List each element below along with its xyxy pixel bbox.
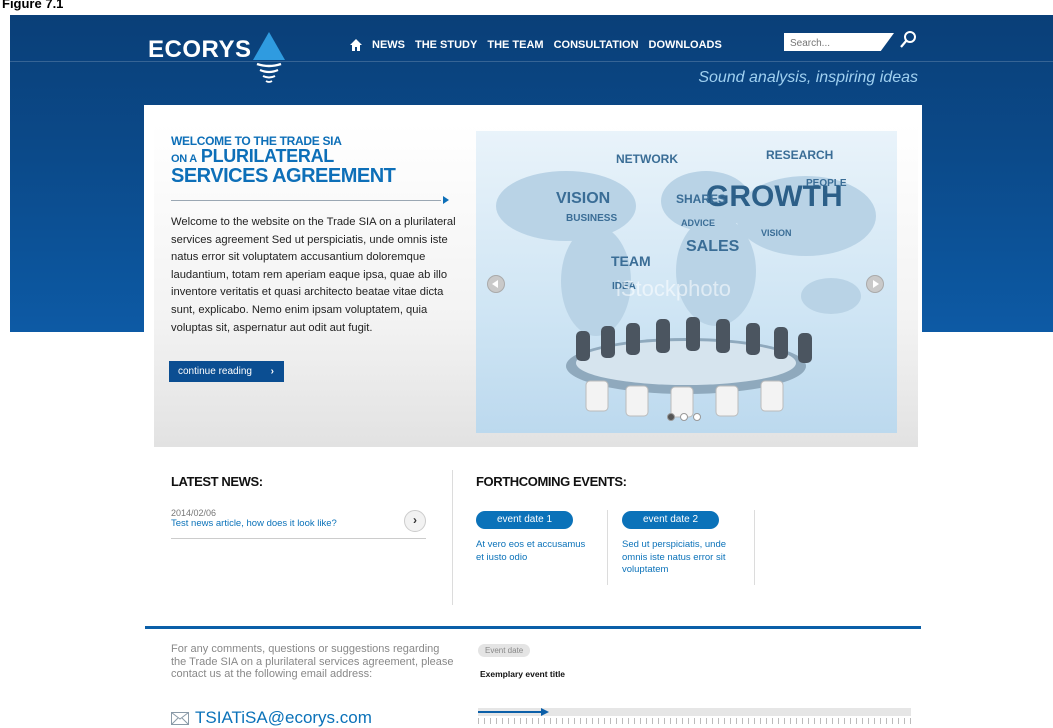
nav-the-study[interactable]: THE STUDY xyxy=(415,39,477,51)
email-address: TSIATiSA@ecorys.com xyxy=(195,708,372,727)
search-box xyxy=(784,33,894,51)
arrow-right-icon xyxy=(443,196,449,204)
main-nav: NEWS THE STUDY THE TEAM CONSULTATION DOW… xyxy=(350,39,722,51)
slide-word-research: RESEARCH xyxy=(766,148,833,162)
event-timeline[interactable] xyxy=(478,708,911,716)
events-divider xyxy=(607,510,608,585)
logo-icon xyxy=(253,32,285,83)
event-date-2-button[interactable]: event date 2 xyxy=(622,511,719,529)
continue-reading-label: continue reading xyxy=(178,366,252,377)
hero-heading-line2: SERVICES AGREEMENT xyxy=(171,165,396,187)
slider-dot[interactable] xyxy=(693,413,701,421)
nav-consultation[interactable]: CONSULTATION xyxy=(554,39,639,51)
news-divider xyxy=(171,538,426,539)
news-date: 2014/02/06 xyxy=(171,508,217,518)
event-date-tag: Event date xyxy=(478,644,531,657)
home-icon[interactable] xyxy=(350,39,362,51)
column-divider xyxy=(452,470,453,605)
slide-word-team: TEAM xyxy=(611,253,651,269)
slide-word-people: PEOPLE xyxy=(806,178,847,189)
latest-news-title: LATEST NEWS: xyxy=(171,474,263,489)
slider-next-button[interactable] xyxy=(866,275,884,293)
forthcoming-events-title: FORTHCOMING EVENTS: xyxy=(476,474,627,489)
slide-word-vision: VISION xyxy=(556,190,610,207)
event-date-1-button[interactable]: event date 1 xyxy=(476,511,573,529)
slider-dots xyxy=(667,413,701,421)
tagline: Sound analysis, inspiring ideas xyxy=(698,69,918,86)
hero-intro: Welcome to the website on the Trade SIA … xyxy=(171,216,456,334)
slider-prev-button[interactable] xyxy=(487,275,505,293)
slide-word-network: NETWORK xyxy=(616,152,678,166)
hero-divider xyxy=(171,200,441,201)
search-icon[interactable] xyxy=(898,30,918,52)
slide-word-vision-2: VISION xyxy=(761,228,792,238)
news-next-button[interactable]: › xyxy=(404,510,426,532)
hero-heading-line1: ON A PLURILATERAL xyxy=(171,146,334,167)
chevron-right-icon: › xyxy=(270,366,274,377)
slide-word-advice: ADVICE xyxy=(681,218,715,228)
footer-rule xyxy=(145,626,921,629)
slide-word-business: BUSINESS xyxy=(566,213,617,224)
nav-the-team[interactable]: THE TEAM xyxy=(487,39,543,51)
nav-news[interactable]: NEWS xyxy=(372,39,405,51)
search-input[interactable] xyxy=(788,34,876,51)
slide-image: NETWORK RESEARCH GROWTH VISION BUSINESS … xyxy=(496,148,876,418)
continue-reading-button[interactable]: continue reading › xyxy=(169,361,284,382)
envelope-icon xyxy=(171,711,189,725)
hero-heading-main: PLURILATERAL xyxy=(200,146,334,166)
contact-text: For any comments, questions or suggestio… xyxy=(171,643,454,680)
timeline-ticks xyxy=(478,718,911,724)
nav-downloads[interactable]: DOWNLOADS xyxy=(649,39,722,51)
hero-heading-prefix: ON A xyxy=(171,153,197,165)
slider-dot[interactable] xyxy=(680,413,688,421)
logo-text[interactable]: ECORYS xyxy=(148,36,251,64)
slide-watermark: iStockphoto xyxy=(616,276,731,301)
news-headline-link[interactable]: Test news article, how does it look like… xyxy=(171,518,337,529)
figure-label: Figure 7.1 xyxy=(2,0,64,11)
slide-word-sales: SALES xyxy=(686,238,740,255)
hero-slider[interactable]: NETWORK RESEARCH GROWTH VISION BUSINESS … xyxy=(476,131,897,433)
email-link[interactable]: TSIATiSA@ecorys.com xyxy=(171,708,372,728)
slide-word-shares: SHARES xyxy=(676,192,726,206)
timeline-progress xyxy=(478,711,543,713)
timeline-handle[interactable] xyxy=(541,708,549,716)
event-title: Exemplary event title xyxy=(480,669,566,679)
slider-dot[interactable] xyxy=(667,413,675,421)
events-divider xyxy=(754,510,755,585)
event-1-text[interactable]: At vero eos et accusamus et iusto odio xyxy=(476,539,594,564)
event-2-text[interactable]: Sed ut perspiciatis, unde omnis iste nat… xyxy=(622,539,750,577)
